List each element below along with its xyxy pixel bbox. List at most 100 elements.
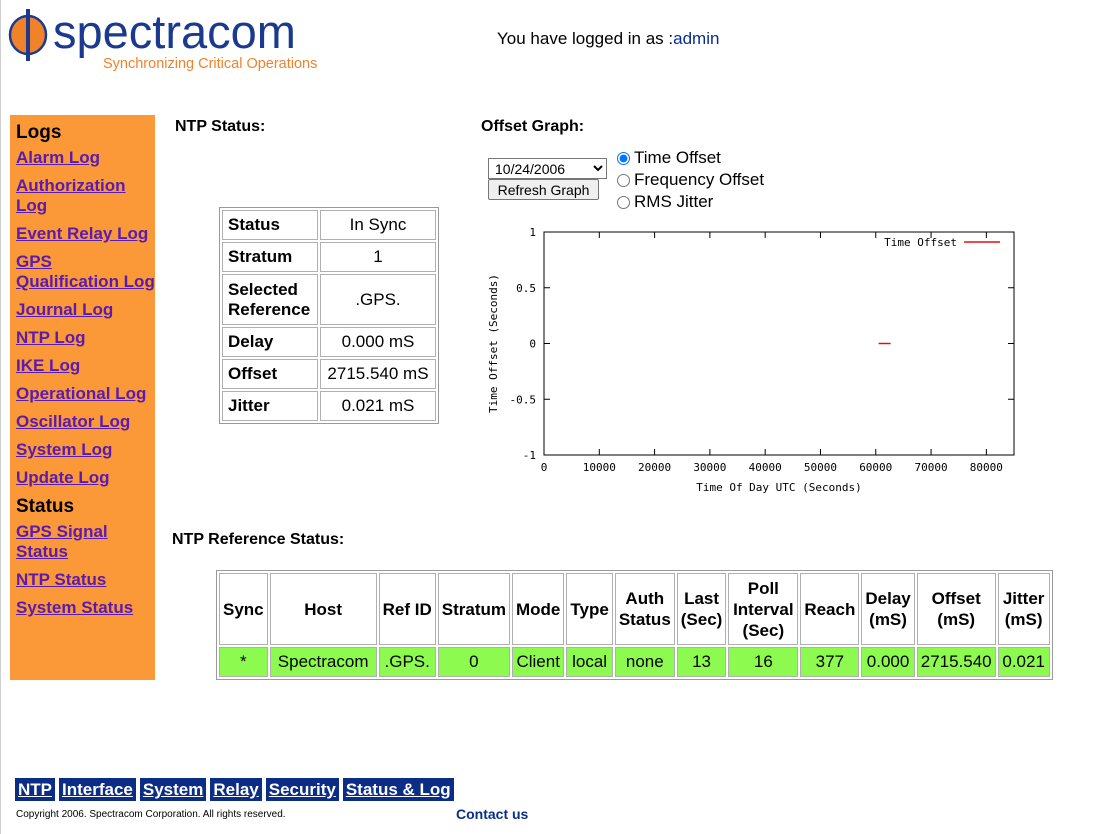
sidebar-item-gps-qualification-log[interactable]: GPS Qualification Log <box>16 252 155 292</box>
y-axis-label: Time Offset (Seconds) <box>487 274 500 413</box>
cell-ref-id: .GPS. <box>378 647 436 677</box>
selected-reference-label: Selected Reference <box>222 274 318 325</box>
chart-layer: 0 10000 20000 30000 40000 50000 60000 70000 8000… <box>487 226 1015 494</box>
stratum-value: 1 <box>320 242 436 272</box>
ntp-status-title: NTP Status: <box>175 118 266 135</box>
sidebar-item-journal-log[interactable]: Journal Log <box>16 300 155 320</box>
status-value: In Sync <box>320 210 436 240</box>
jitter-value: 0.021 mS <box>320 391 436 421</box>
table-row: Selected Reference .GPS. <box>222 274 436 325</box>
sidebar-item-system-log[interactable]: System Log <box>16 440 155 460</box>
nav-system[interactable]: System <box>139 778 207 801</box>
col-header-sync: Sync <box>219 573 268 645</box>
login-username: admin <box>673 29 720 48</box>
y-tick-label: -0.5 <box>510 393 537 406</box>
offset-chart: 0 10000 20000 30000 40000 50000 60000 70000 8000… <box>487 226 1015 494</box>
sidebar-item-ntp-status[interactable]: NTP Status <box>16 570 155 590</box>
nav-interface[interactable]: Interface <box>59 778 136 801</box>
table-row: Delay 0.000 mS <box>222 327 436 357</box>
nav-status-and-log[interactable]: Status & Log <box>342 778 454 801</box>
col-header-ref-id: Ref ID <box>378 573 436 645</box>
table-row: Status In Sync <box>222 210 436 240</box>
x-tick-label: 80000 <box>970 461 1003 474</box>
sidebar-item-system-status[interactable]: System Status <box>16 598 155 618</box>
col-header-mode: Mode <box>512 573 565 645</box>
table-row: Stratum 1 <box>222 242 436 272</box>
ntp-reference-table: Sync Host Ref ID Stratum Mode Type Auth … <box>216 570 1053 680</box>
x-tick-label: 50000 <box>804 461 837 474</box>
table-row: Offset 2715.540 mS <box>222 359 436 389</box>
sidebar-item-ntp-log[interactable]: NTP Log <box>16 328 155 348</box>
time-offset-radio[interactable] <box>617 151 630 165</box>
login-prefix: You have logged in as : <box>497 29 674 48</box>
sidebar-logs-heading: Logs <box>16 122 62 143</box>
col-header-host: Host <box>269 573 377 645</box>
sidebar-item-oscillator-log[interactable]: Oscillator Log <box>16 412 155 432</box>
sidebar-item-update-log[interactable]: Update Log <box>16 468 155 488</box>
cell-reach: 377 <box>800 647 860 677</box>
col-header-type: Type <box>566 573 613 645</box>
table-row: * Spectracom .GPS. 0 Client local none 1… <box>219 647 1050 677</box>
x-axis-label: Time Of Day UTC (Seconds) <box>696 481 862 494</box>
sidebar: Logs Alarm Log Authorization Log Event R… <box>10 115 155 680</box>
offset-label: Offset <box>222 359 318 389</box>
status-label: Status <box>222 210 318 240</box>
cell-jitter: 0.021 <box>997 647 1050 677</box>
y-tick-label: -1 <box>523 449 536 462</box>
delay-value: 0.000 mS <box>320 327 436 357</box>
sidebar-item-authorization-log[interactable]: Authorization Log <box>16 176 155 216</box>
col-header-auth-status: Auth Status <box>614 573 675 645</box>
refresh-graph-button[interactable]: Refresh Graph <box>488 179 599 200</box>
cell-host: Spectracom <box>269 647 377 677</box>
time-offset-option[interactable]: Time Offset <box>616 148 721 168</box>
rms-jitter-radio[interactable] <box>617 195 630 209</box>
col-header-last: Last (Sec) <box>676 573 727 645</box>
sidebar-status-heading: Status <box>16 496 75 517</box>
y-tick-label: 0.5 <box>516 282 536 295</box>
sidebar-item-event-relay-log[interactable]: Event Relay Log <box>16 224 155 244</box>
frequency-offset-option[interactable]: Frequency Offset <box>616 170 764 190</box>
ntp-reference-status-title: NTP Reference Status: <box>172 531 345 548</box>
cell-stratum: 0 <box>437 647 510 677</box>
graph-date-select[interactable]: 10/24/2006 <box>488 158 607 179</box>
x-tick-label: 0 <box>541 461 548 474</box>
table-row: Jitter 0.021 mS <box>222 391 436 421</box>
logo-tagline: Synchronizing Critical Operations <box>103 56 317 72</box>
jitter-label: Jitter <box>222 391 318 421</box>
offset-value: 2715.540 mS <box>320 359 436 389</box>
cell-auth-status: none <box>614 647 675 677</box>
frequency-offset-label: Frequency Offset <box>634 170 765 189</box>
y-tick-label: 0 <box>529 338 536 351</box>
cell-mode: Client <box>512 647 565 677</box>
page-left-border <box>0 0 1 834</box>
spectracom-logo[interactable]: spectracom Synchronizing Critical Operat… <box>8 6 328 76</box>
selected-reference-value: .GPS. <box>320 274 436 325</box>
col-header-jitter: Jitter (mS) <box>997 573 1050 645</box>
login-status: You have logged in as :admin <box>497 29 719 49</box>
nav-ntp[interactable]: NTP <box>15 778 55 801</box>
x-tick-label: 10000 <box>583 461 616 474</box>
col-header-offset: Offset (mS) <box>916 573 996 645</box>
nav-security[interactable]: Security <box>265 778 339 801</box>
logo-wordmark: spectracom <box>53 6 296 58</box>
time-offset-label: Time Offset <box>634 148 721 167</box>
nav-relay[interactable]: Relay <box>210 778 262 801</box>
x-tick-label: 20000 <box>638 461 671 474</box>
logo-mark-icon <box>8 9 48 61</box>
x-tick-label: 60000 <box>859 461 892 474</box>
rms-jitter-option[interactable]: RMS Jitter <box>616 192 713 212</box>
sidebar-item-alarm-log[interactable]: Alarm Log <box>16 148 155 168</box>
offset-graph-title: Offset Graph: <box>481 118 585 135</box>
sidebar-item-operational-log[interactable]: Operational Log <box>16 384 155 404</box>
sidebar-item-ike-log[interactable]: IKE Log <box>16 356 155 376</box>
contact-us-link[interactable]: Contact us <box>456 806 528 822</box>
frequency-offset-radio[interactable] <box>617 173 630 187</box>
stratum-label: Stratum <box>222 242 318 272</box>
rms-jitter-label: RMS Jitter <box>634 192 714 211</box>
x-tick-label: 40000 <box>749 461 782 474</box>
ntp-status-table: Status In Sync Stratum 1 Selected Referenc… <box>219 207 439 424</box>
sidebar-item-gps-signal-status[interactable]: GPS Signal Status <box>16 522 155 562</box>
footer-nav: NTP Interface System Relay Security Stat… <box>15 778 454 801</box>
x-tick-label: 30000 <box>693 461 726 474</box>
col-header-poll-interval: Poll Interval (Sec) <box>728 573 799 645</box>
